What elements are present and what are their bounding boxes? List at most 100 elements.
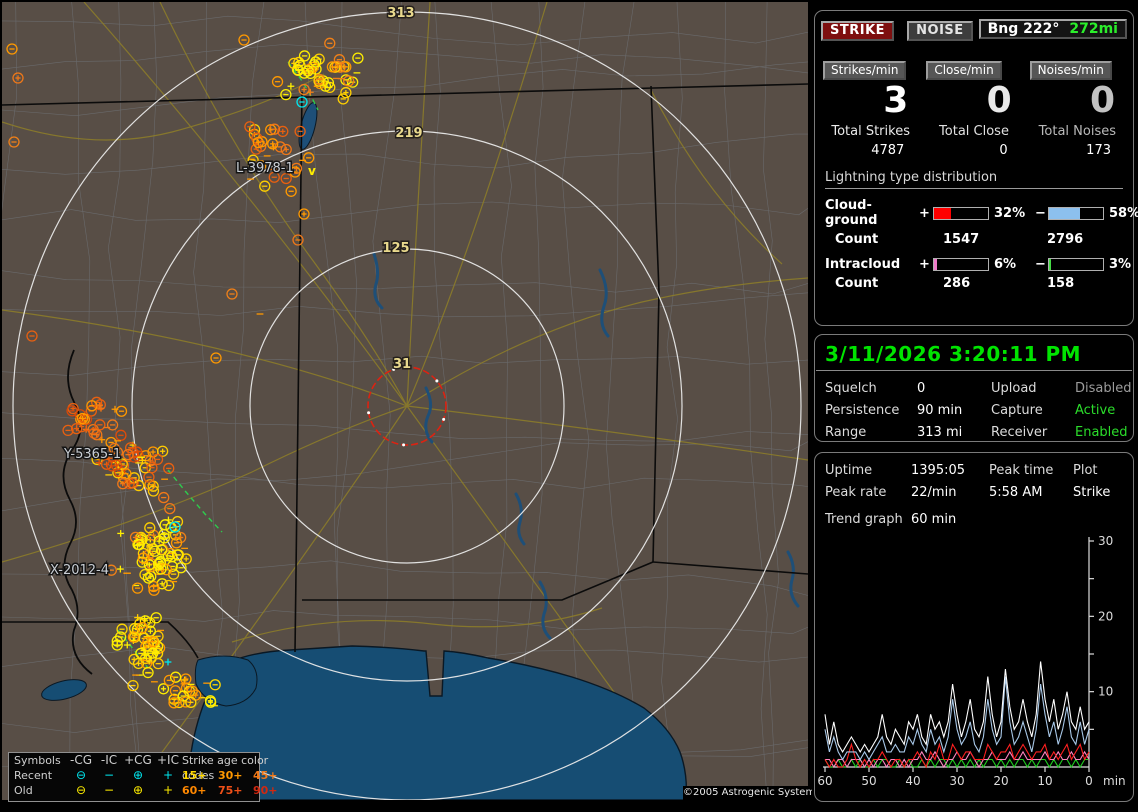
cloud-ground-row: Cloud-ground + 32% − 58% <box>825 198 1123 228</box>
strikes-per-min-value: 3 <box>819 80 922 122</box>
ic-neg-count: 158 <box>1047 276 1123 291</box>
recent-ic-neg-icon: − <box>96 768 122 783</box>
svg-text:L-3978-1: L-3978-1 <box>236 161 294 176</box>
upload-status: Disabled <box>1075 381 1131 396</box>
uptime-label: Uptime <box>825 463 911 478</box>
cg-plus-sign: + <box>919 206 933 221</box>
svg-text:v: v <box>308 164 316 178</box>
squelch-label: Squelch <box>825 381 917 396</box>
noises-per-min-value: 0 <box>1026 80 1129 122</box>
svg-text:60: 60 <box>817 774 832 788</box>
side-panel: STRIKE NOISE Bng 222° 272mi Strikes/min 3… <box>812 0 1138 812</box>
strike-stats-box: STRIKE NOISE Bng 222° 272mi Strikes/min 3… <box>814 10 1134 326</box>
squelch-value: 0 <box>917 381 991 396</box>
cg-neg-count: 2796 <box>1047 232 1123 247</box>
upload-label: Upload <box>991 381 1075 396</box>
cg-minus-sign: − <box>1035 206 1048 221</box>
svg-text:313: 313 <box>387 6 414 21</box>
capture-label: Capture <box>991 403 1075 418</box>
svg-text:30: 30 <box>949 774 964 788</box>
age-30: 30+ <box>218 768 253 783</box>
total-strikes-value: 4787 <box>819 139 922 158</box>
intracloud-counts: Count 286 158 <box>835 276 1123 291</box>
trend-box: Uptime 1395:05 Peak time Plot Peak rate … <box>814 452 1134 802</box>
noises-per-min-counter: Noises/min 0 Total Noises 173 <box>1026 59 1129 158</box>
intracloud-label: Intracloud <box>825 257 919 272</box>
ic-pos-pct: 6% <box>989 257 1035 272</box>
legend-recent-label: Recent <box>14 768 66 783</box>
strike-mode-button[interactable]: STRIKE <box>821 21 894 41</box>
svg-text:min: min <box>1103 774 1126 788</box>
clock-settings-box: 3/11/2026 3:20:11 PM Squelch 0 Upload Di… <box>814 334 1134 442</box>
svg-text:219: 219 <box>395 126 422 141</box>
strikes-per-min-counter: Strikes/min 3 Total Strikes 4787 <box>819 59 922 158</box>
noise-mode-button[interactable]: NOISE <box>907 21 973 41</box>
close-per-min-value: 0 <box>922 80 1025 122</box>
copyright-text: ©2005 Astrogenic Systems <box>683 786 810 800</box>
age-15: 15+ <box>182 768 218 783</box>
old-cg-pos-icon: ⊕ <box>122 783 154 798</box>
ic-minus-sign: − <box>1035 257 1048 272</box>
legend-row-old: Old ⊖ − ⊕ + 60+ 75+ 90+ <box>9 783 259 798</box>
trend-chart: 1020306050403020100min <box>817 533 1131 795</box>
trend-graph-label: Trend graph <box>825 512 911 527</box>
svg-text:−: − <box>136 450 146 464</box>
close-per-min-counter: Close/min 0 Total Close 0 <box>922 59 1025 158</box>
distribution-title: Lightning type distribution <box>825 170 1123 189</box>
ic-neg-bar <box>1048 258 1104 271</box>
cg-neg-pct: 58% <box>1104 206 1138 221</box>
bearing-readout: Bng 222° 272mi <box>979 19 1127 39</box>
svg-text:−: − <box>122 566 132 580</box>
recent-cg-pos-icon: ⊕ <box>122 768 154 783</box>
age-75: 75+ <box>218 783 253 798</box>
cloud-ground-label: Cloud-ground <box>825 198 919 228</box>
plot-label: Plot <box>1073 463 1123 478</box>
svg-text:30: 30 <box>1098 534 1113 548</box>
close-per-min-label: Close/min <box>926 61 1001 80</box>
uptime-value: 1395:05 <box>911 463 989 478</box>
cloud-ground-counts: Count 1547 2796 <box>835 232 1123 247</box>
receiver-status: Enabled <box>1075 425 1131 440</box>
svg-text:20: 20 <box>1098 609 1113 623</box>
date-time: 3/11/2026 3:20:11 PM <box>815 335 1133 370</box>
trend-graph-value: 60 min <box>911 512 1123 527</box>
symbol-legend: Symbols -CG -IC +CG +IC Strike age color… <box>8 752 260 802</box>
cg-neg-bar <box>1048 207 1104 220</box>
strikes-per-min-label: Strikes/min <box>823 61 906 80</box>
trend-graph-row: Trend graph 60 min <box>815 500 1133 527</box>
old-ic-neg-icon: − <box>96 783 122 798</box>
legend-row-recent: Recent ⊖ − ⊕ + 15+ 30+ 45+ <box>9 768 259 783</box>
peak-time-value: 5:58 AM <box>989 485 1073 500</box>
range-label: Range <box>825 425 917 440</box>
nexstorm-app: 31321912531L-3978-1vY-5365-1−X-2012-4− S… <box>0 0 1138 812</box>
svg-text:125: 125 <box>382 241 409 256</box>
total-noises-label: Total Noises <box>1026 122 1129 139</box>
age-60: 60+ <box>182 783 218 798</box>
peak-rate-value: 22/min <box>911 485 989 500</box>
old-ic-pos-icon: + <box>154 783 182 798</box>
map-canvas[interactable]: 31321912531L-3978-1vY-5365-1−X-2012-4− <box>2 2 808 800</box>
stats-toolbar: STRIKE NOISE Bng 222° 272mi <box>815 11 1133 45</box>
peak-rate-label: Peak rate <box>825 485 911 500</box>
bearing-label: Bng 222° <box>988 21 1060 37</box>
svg-text:10: 10 <box>1037 774 1052 788</box>
lightning-distribution: Lightning type distribution Cloud-ground… <box>815 158 1133 291</box>
noises-per-min-label: Noises/min <box>1030 61 1112 80</box>
uptime-grid: Uptime 1395:05 Peak time Plot Peak rate … <box>815 453 1133 500</box>
old-cg-neg-icon: ⊖ <box>66 783 96 798</box>
cg-pos-count: 1547 <box>943 232 1047 247</box>
ic-plus-sign: + <box>919 257 933 272</box>
total-strikes-label: Total Strikes <box>819 122 922 139</box>
bearing-distance: 272mi <box>1069 21 1118 37</box>
lightning-map[interactable]: 31321912531L-3978-1vY-5365-1−X-2012-4− S… <box>2 2 808 800</box>
legend-old-label: Old <box>14 783 66 798</box>
svg-text:Y-5365-1: Y-5365-1 <box>63 447 121 462</box>
total-close-value: 0 <box>922 139 1025 158</box>
svg-text:0: 0 <box>1085 774 1093 788</box>
persistence-value: 90 min <box>917 403 991 418</box>
ic-pos-bar <box>933 258 989 271</box>
ic-count-label: Count <box>835 276 943 291</box>
cg-pos-bar <box>933 207 989 220</box>
recent-ic-pos-icon: + <box>154 768 182 783</box>
svg-text:X-2012-4: X-2012-4 <box>50 563 109 578</box>
